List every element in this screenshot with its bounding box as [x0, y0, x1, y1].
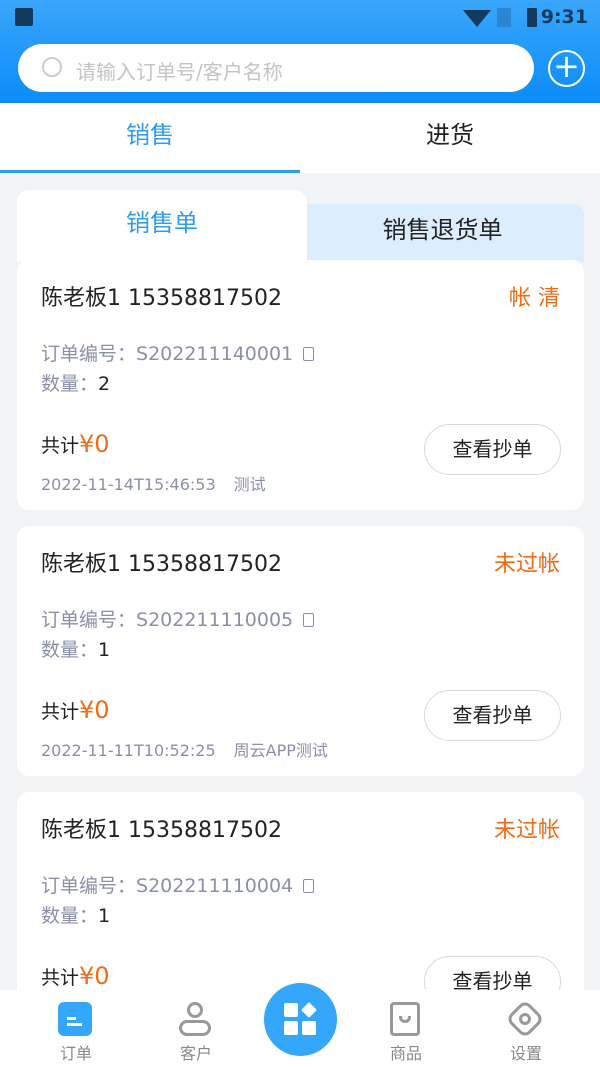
subtab-sales-order[interactable]: 销售单 [17, 190, 307, 262]
customer-name: 陈老板1 15358817502 [41, 552, 282, 577]
note: 测试 [233, 475, 266, 494]
datetime: 2022-11-14T15:46:53 [41, 475, 216, 494]
qty-label: 数量： [41, 373, 99, 395]
total: 共计¥0 [41, 430, 110, 458]
total: 共计¥0 [41, 962, 110, 990]
order-number: 订单编号：S202211110005 [41, 605, 315, 632]
quantity: 数量：1 [41, 635, 110, 662]
order-date: 2022-11-11T10:52:25 周云APP测试 [41, 737, 328, 761]
tab-purchase[interactable]: 进货 [300, 103, 600, 173]
apps-button[interactable] [264, 983, 337, 1056]
copy-icon[interactable] [303, 613, 315, 627]
note: 周云APP测试 [233, 741, 328, 760]
order-label: 订单编号： [41, 343, 137, 365]
total-label: 共计 [41, 967, 80, 989]
nav-label: 商品 [389, 1044, 422, 1063]
search-input[interactable]: 请输入订单号/客户名称 [18, 44, 534, 92]
order-label: 订单编号： [41, 609, 137, 631]
search-placeholder: 请输入订单号/客户名称 [76, 60, 283, 84]
battery-icon [527, 8, 537, 27]
header: 9:31 请输入订单号/客户名称 + [0, 0, 600, 103]
view-copy-button[interactable]: 查看抄单 [424, 690, 561, 741]
order-no: S202211110004 [136, 875, 294, 897]
status-badge: 未过帐 [493, 552, 560, 577]
wifi-icon [463, 10, 491, 27]
qty-value: 1 [98, 905, 111, 927]
sub-tabs: 销售单 销售退货单 [17, 190, 584, 262]
copy-icon[interactable] [303, 879, 315, 893]
main-tabs: 销售 进货 [0, 103, 600, 173]
order-number: 订单编号：S202211140001 [41, 339, 315, 366]
nav-products[interactable]: 商品 [366, 990, 446, 1067]
quantity: 数量：2 [41, 369, 110, 396]
nav-orders[interactable]: 订单 [36, 990, 116, 1067]
order-number: 订单编号：S202211110004 [41, 871, 315, 898]
qty-label: 数量： [41, 905, 99, 927]
apps-icon-diamond [301, 1002, 317, 1018]
apps-icon [284, 1003, 298, 1017]
customer-name: 陈老板1 15358817502 [41, 818, 282, 843]
apps-icon-square [284, 1021, 298, 1035]
apps-icon-square [302, 1021, 316, 1035]
total-label: 共计 [41, 435, 80, 457]
total-value: ¥0 [79, 430, 110, 458]
nav-label: 订单 [59, 1044, 92, 1063]
view-copy-button[interactable]: 查看抄单 [424, 424, 561, 475]
status-bar: 9:31 [0, 0, 600, 36]
order-label: 订单编号： [41, 875, 137, 897]
qty-label: 数量： [41, 639, 99, 661]
status-badge: 帐 清 [509, 286, 560, 311]
nav-settings[interactable]: 设置 [486, 990, 566, 1067]
add-button[interactable]: + [548, 50, 585, 87]
nav-label: 客户 [179, 1044, 212, 1063]
qty-value: 1 [98, 639, 111, 661]
nav-customers[interactable]: 客户 [156, 990, 236, 1067]
order-card[interactable]: 陈老板1 15358817502 未过帐 订单编号：S202211110005 … [17, 526, 584, 776]
clock: 9:31 [540, 6, 588, 28]
order-no: S202211140001 [136, 343, 294, 365]
copy-icon[interactable] [303, 347, 315, 361]
total: 共计¥0 [41, 696, 110, 724]
search-icon [42, 57, 62, 77]
nav-label: 设置 [509, 1044, 542, 1063]
quantity: 数量：1 [41, 901, 110, 928]
total-label: 共计 [41, 701, 80, 723]
tab-sales[interactable]: 销售 [0, 103, 300, 173]
order-icon [58, 1002, 92, 1036]
customer-name: 陈老板1 15358817502 [41, 286, 282, 311]
customer-icon [178, 1002, 212, 1036]
total-value: ¥0 [79, 696, 110, 724]
bag-icon [388, 1002, 422, 1036]
no-sim-icon [497, 8, 511, 27]
image-notification-icon [15, 8, 33, 26]
subtab-sales-return[interactable]: 销售退货单 [301, 204, 584, 262]
order-date: 2022-11-14T15:46:53 测试 [41, 471, 266, 495]
qty-value: 2 [98, 373, 111, 395]
datetime: 2022-11-11T10:52:25 [41, 741, 216, 760]
settings-icon [505, 999, 545, 1039]
status-badge: 未过帐 [493, 818, 560, 843]
order-card[interactable]: 陈老板1 15358817502 帐 清 订单编号：S202211140001 … [17, 260, 584, 510]
total-value: ¥0 [79, 962, 110, 990]
order-no: S202211110005 [136, 609, 294, 631]
